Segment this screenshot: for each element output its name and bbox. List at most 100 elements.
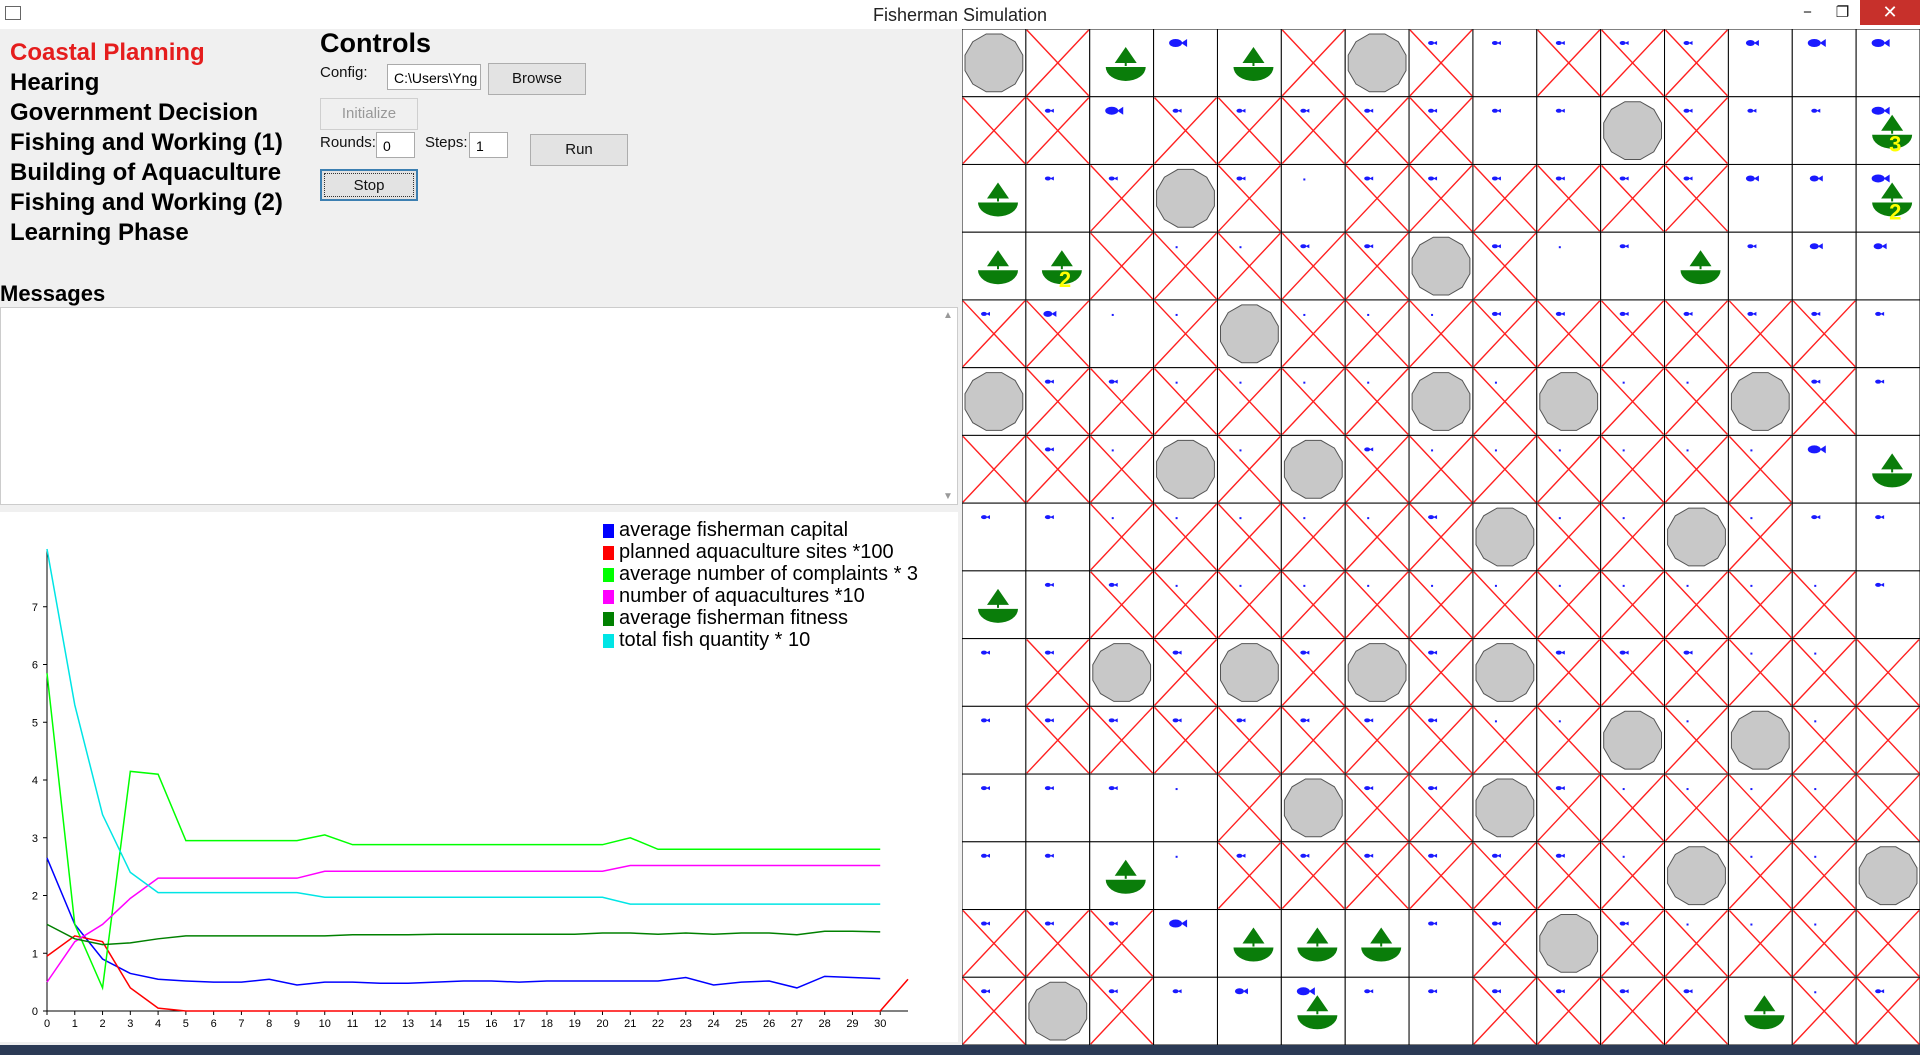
map-cell — [1791, 231, 1857, 301]
y-tick-label: 6 — [32, 660, 38, 672]
cell-border — [1600, 231, 1666, 301]
stop-button[interactable]: Stop — [320, 169, 418, 201]
x-tick-label: 12 — [374, 1018, 386, 1030]
map-cell — [1408, 976, 1474, 1046]
fish-icon — [1367, 381, 1370, 384]
rock-icon — [1156, 168, 1215, 228]
map-cell — [1280, 163, 1346, 233]
series-line — [46, 923, 881, 946]
map-cell — [961, 638, 1027, 707]
map-cell — [1089, 28, 1155, 98]
map-cell — [1408, 28, 1474, 98]
steps-input[interactable]: 1 — [469, 132, 508, 158]
map-cell — [1664, 909, 1729, 978]
map-cell — [1791, 434, 1857, 504]
cell-border — [1791, 231, 1857, 301]
map-cell — [1344, 705, 1410, 775]
map-cell — [1089, 96, 1155, 165]
boat-count-label: 3 — [1889, 132, 1901, 157]
map-cell — [1280, 367, 1346, 436]
cell-border — [1791, 502, 1857, 572]
chart-svg: 012345670 1 2 3 4 5 6 7 8 9 10 11 12 13 14 15 16 17 18 19 20… — [32, 519, 918, 1030]
map-cell — [961, 28, 1027, 98]
map-cell — [1153, 231, 1218, 301]
fish-icon — [1239, 381, 1242, 384]
rock-icon — [1028, 981, 1088, 1041]
map-cell — [1600, 976, 1666, 1046]
map-cell — [1344, 231, 1410, 301]
map-cell — [1216, 28, 1282, 98]
x-tick-label: 14 — [430, 1018, 442, 1030]
close-button[interactable]: ✕ — [1860, 0, 1920, 25]
map-cell — [1536, 28, 1602, 98]
x-tick-label: 3 — [127, 1018, 133, 1030]
scroll-up-icon[interactable]: ▲ — [939, 310, 957, 321]
fish-icon — [1239, 517, 1242, 520]
browse-button[interactable]: Browse — [488, 63, 586, 95]
rock-icon — [1092, 643, 1152, 702]
x-tick-label: 4 — [155, 1018, 161, 1030]
map-cell — [1089, 502, 1155, 572]
fish-icon — [1239, 584, 1242, 587]
map-cell — [1216, 367, 1282, 436]
y-tick-label: 7 — [32, 602, 38, 614]
map-cell — [961, 299, 1027, 369]
x-tick-label: 27 — [791, 1018, 803, 1030]
rounds-input[interactable]: 0 — [376, 132, 415, 158]
map-cell — [1791, 773, 1857, 843]
run-button[interactable]: Run — [530, 134, 628, 166]
map-cell — [961, 231, 1027, 301]
map-cell — [1536, 909, 1602, 978]
map-cell — [1408, 434, 1474, 504]
messages-scrollbar[interactable]: ▲ ▼ — [939, 308, 957, 504]
scroll-down-icon[interactable]: ▼ — [939, 491, 957, 502]
map-svg: 3 2 2 — [961, 28, 1920, 1046]
map-cell — [1153, 638, 1218, 707]
maximize-button[interactable]: ❐ — [1825, 0, 1860, 25]
cell-border — [1727, 28, 1793, 98]
rock-icon — [964, 372, 1024, 431]
map-cell: 3 — [1855, 96, 1920, 165]
minimize-button[interactable]: − — [1790, 0, 1825, 25]
x-tick-label: 16 — [485, 1018, 497, 1030]
legend-label: average fisherman fitness — [619, 607, 848, 629]
config-path-input[interactable]: C:\Users\Yng — [387, 64, 481, 90]
map-cell — [1408, 773, 1474, 843]
map-cell — [1216, 231, 1282, 301]
series-line — [46, 864, 881, 983]
y-tick-label: 1 — [32, 948, 38, 960]
fish-icon — [1622, 517, 1625, 520]
map-cell — [1216, 976, 1282, 1046]
map-cell — [1791, 841, 1857, 911]
cell-border — [1536, 231, 1602, 301]
map-cell — [1472, 976, 1538, 1046]
cell-border — [961, 841, 1027, 911]
fish-icon — [1367, 584, 1370, 587]
x-tick-label: 21 — [624, 1018, 636, 1030]
map-cell — [1344, 638, 1410, 707]
rock-icon — [1858, 846, 1918, 906]
boat-count-label: 2 — [1889, 199, 1901, 224]
fish-icon — [1175, 517, 1178, 520]
x-tick-label: 18 — [541, 1018, 553, 1030]
map-cell — [1472, 705, 1538, 775]
map-cell — [1025, 705, 1091, 775]
cell-border — [1408, 909, 1474, 978]
initialize-button[interactable]: Initialize — [320, 98, 418, 130]
map-cell — [1600, 705, 1666, 775]
map-cell — [1280, 299, 1346, 369]
map-cell — [1153, 96, 1218, 165]
fish-icon — [1622, 381, 1625, 384]
rock-icon — [1347, 33, 1407, 93]
fish-icon — [1175, 855, 1178, 858]
cell-border — [1791, 163, 1857, 233]
map-cell — [1025, 976, 1091, 1046]
fish-icon — [1750, 652, 1753, 655]
map-cell — [1280, 502, 1346, 572]
map-cell — [1600, 570, 1666, 640]
rock-icon — [1220, 643, 1279, 702]
messages-box[interactable]: ▲ ▼ — [0, 307, 958, 505]
map-cell — [1600, 28, 1666, 98]
map-cell — [1089, 976, 1155, 1046]
fish-icon — [1686, 381, 1689, 384]
